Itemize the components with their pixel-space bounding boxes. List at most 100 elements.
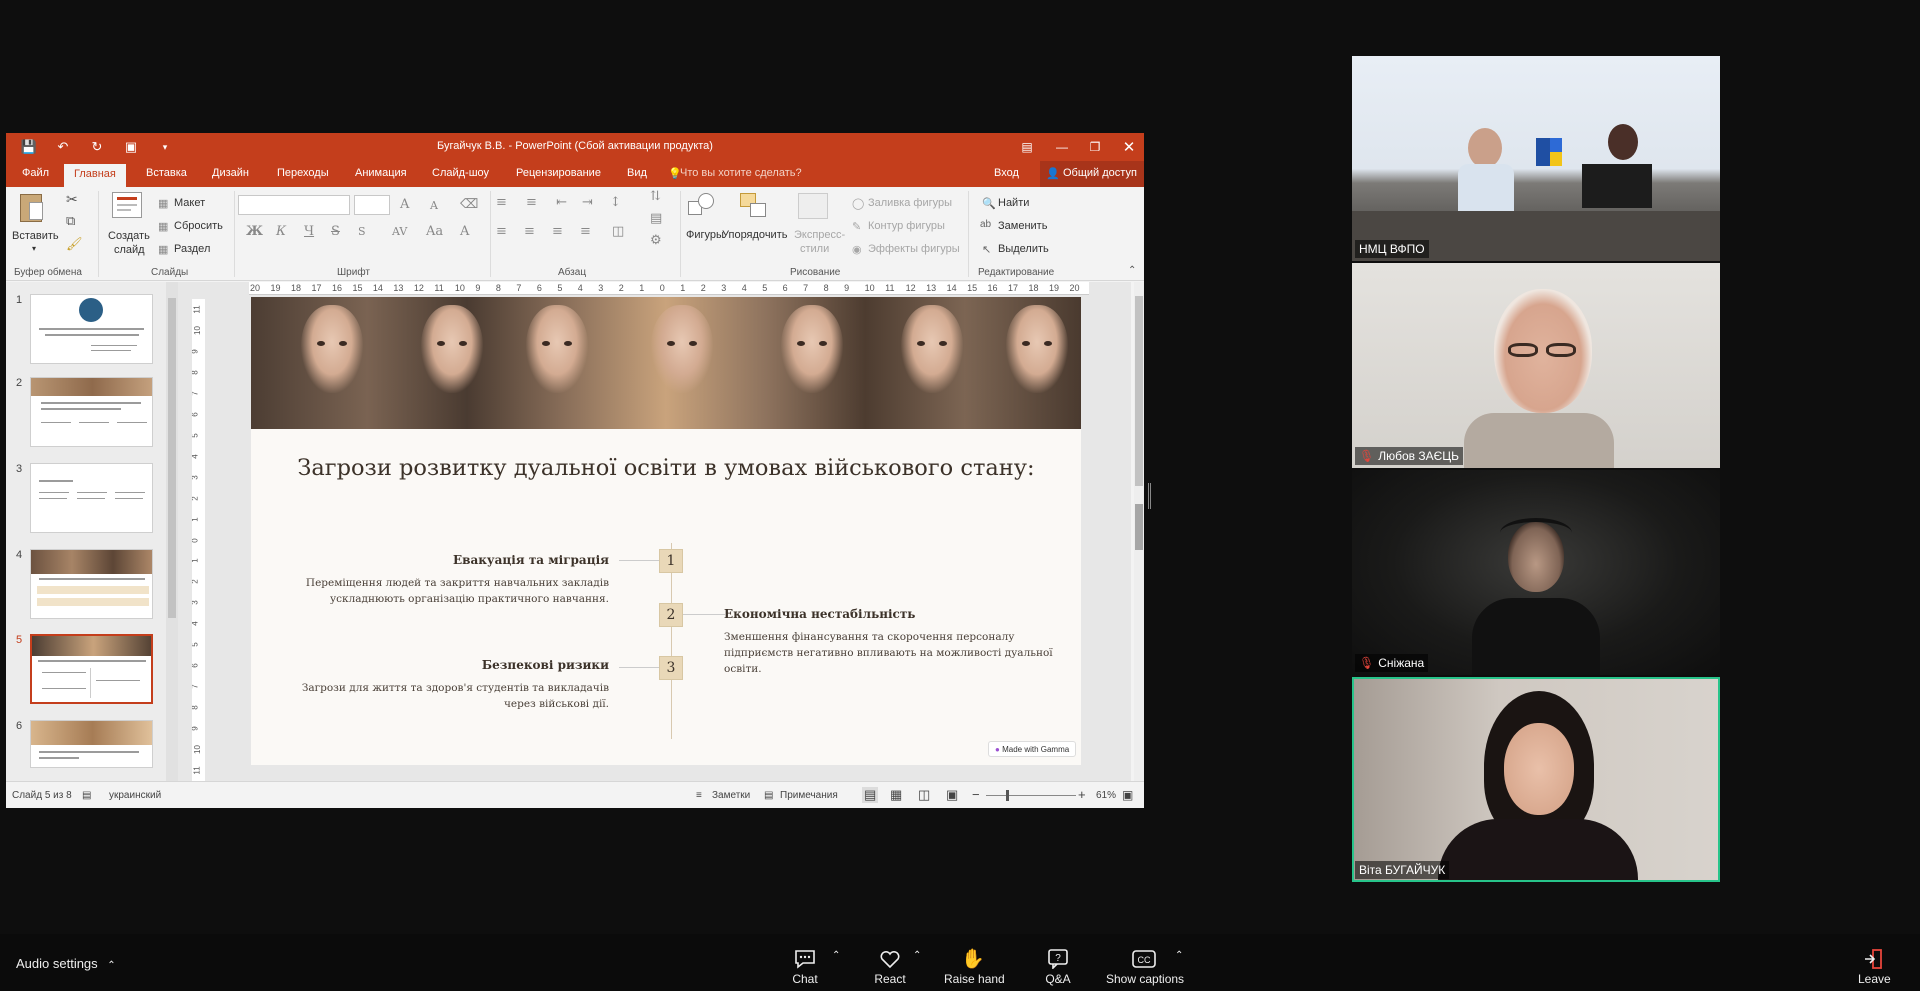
zoom-in-icon[interactable]: + xyxy=(1078,787,1086,802)
font-name-input[interactable] xyxy=(238,195,350,215)
minimize-icon[interactable]: — xyxy=(1051,137,1073,157)
increase-font-icon[interactable]: A xyxy=(400,197,409,212)
slide-thumbnail-3[interactable] xyxy=(30,463,153,533)
slide-sorter-icon[interactable]: ▦ xyxy=(890,787,902,803)
raise-hand-button[interactable]: ✋ Raise hand xyxy=(944,948,1005,986)
align-right-icon[interactable]: ≡ xyxy=(552,224,563,239)
tab-transitions[interactable]: Переходы xyxy=(277,167,329,179)
arrange-icon[interactable] xyxy=(740,193,770,219)
bold-button[interactable]: Ж xyxy=(246,224,263,239)
columns-icon[interactable]: ◫ xyxy=(612,224,624,239)
fit-slide-icon[interactable]: ▣ xyxy=(1122,788,1133,802)
leave-button[interactable]: Leave xyxy=(1858,948,1891,986)
tab-slideshow[interactable]: Слайд-шоу xyxy=(432,167,489,179)
decrease-indent-icon[interactable]: ⇤ xyxy=(556,195,567,210)
slide-thumbnail-5[interactable] xyxy=(30,634,153,704)
chat-options-chevron[interactable]: ⌃ xyxy=(832,950,840,961)
tab-review[interactable]: Рецензирование xyxy=(516,167,601,179)
react-button[interactable]: React xyxy=(873,948,907,986)
justify-icon[interactable]: ≡ xyxy=(580,224,591,239)
share-button[interactable]: 👤 Общий доступ xyxy=(1040,161,1144,187)
change-case-button[interactable]: Aa xyxy=(426,224,443,239)
react-options-chevron[interactable]: ⌃ xyxy=(913,950,921,961)
new-slide-label-1[interactable]: Создать xyxy=(108,230,150,242)
cut-icon[interactable]: ✂ xyxy=(66,191,78,208)
bullets-icon[interactable]: ≡ xyxy=(496,195,507,210)
signin-link[interactable]: Вход xyxy=(994,167,1019,179)
font-size-input[interactable] xyxy=(354,195,390,215)
shape-effects-button[interactable]: Эффекты фигуры xyxy=(868,243,960,255)
slideshow-view-icon[interactable]: ▣ xyxy=(946,787,958,803)
quick-styles-icon[interactable] xyxy=(798,193,828,219)
italic-button[interactable]: К xyxy=(276,224,286,239)
slide-thumbnail-4[interactable] xyxy=(30,549,153,619)
tell-me-search[interactable]: Что вы хотите сделать? xyxy=(680,167,802,179)
format-painter-icon[interactable]: 🖌 xyxy=(66,236,83,252)
zoom-slider-thumb[interactable] xyxy=(1006,790,1009,801)
comments-button[interactable]: Примечания xyxy=(780,790,838,801)
current-slide[interactable]: Загрози розвитку дуальної освіти в умова… xyxy=(251,297,1081,765)
zoom-slider[interactable] xyxy=(986,795,1076,796)
audio-settings-button[interactable]: Audio settings ⌃ xyxy=(16,956,116,971)
font-color-button[interactable]: A xyxy=(460,224,469,239)
tab-file[interactable]: Файл xyxy=(22,167,49,179)
made-with-gamma-badge[interactable]: ● Made with Gamma xyxy=(988,741,1077,757)
shape-outline-button[interactable]: Контур фигуры xyxy=(868,220,945,232)
language-indicator[interactable]: украинский xyxy=(109,790,161,801)
find-button[interactable]: Найти xyxy=(998,197,1029,209)
clipboard-paste-icon[interactable] xyxy=(20,194,43,222)
tab-view[interactable]: Вид xyxy=(627,167,647,179)
tab-animations[interactable]: Анимация xyxy=(355,167,407,179)
arrange-label[interactable]: Упорядочить xyxy=(722,229,787,241)
layout-button[interactable]: Макет xyxy=(174,197,205,209)
video-tile-4-active[interactable]: Віта БУГАЙЧУК xyxy=(1352,677,1720,882)
quick-styles-label-1[interactable]: Экспресс- xyxy=(794,229,845,241)
align-center-icon[interactable]: ≡ xyxy=(524,224,535,239)
chat-button[interactable]: Chat xyxy=(790,948,820,986)
new-slide-label-2[interactable]: слайд xyxy=(114,244,145,256)
video-tile-2[interactable]: 🎙 Любов ЗАЄЦЬ xyxy=(1352,263,1720,468)
select-button[interactable]: Выделить xyxy=(998,243,1049,255)
normal-view-icon[interactable]: ▤ xyxy=(862,787,879,803)
copy-icon[interactable]: ⧉ xyxy=(66,213,75,229)
replace-button[interactable]: Заменить xyxy=(998,220,1047,232)
reading-view-icon[interactable]: ◫ xyxy=(918,787,930,803)
smartart-icon[interactable]: ⚙ xyxy=(650,233,662,248)
show-captions-button[interactable]: CC Show captions xyxy=(1106,948,1184,986)
align-left-icon[interactable]: ≡ xyxy=(496,224,507,239)
clear-format-icon[interactable]: ⌫ xyxy=(460,197,478,212)
shadow-button[interactable]: S xyxy=(358,225,366,238)
section-button[interactable]: Раздел xyxy=(174,243,210,255)
slide-scrollbar[interactable] xyxy=(1134,282,1144,781)
thumbs-scrollbar[interactable] xyxy=(166,282,178,781)
line-spacing-icon[interactable]: ↕ xyxy=(610,195,621,210)
panel-resize-handle[interactable] xyxy=(1148,483,1151,509)
new-slide-icon[interactable] xyxy=(112,192,142,218)
restore-icon[interactable]: ❐ xyxy=(1084,137,1106,157)
shapes-label[interactable]: Фигуры xyxy=(686,229,724,241)
tab-insert[interactable]: Вставка xyxy=(146,167,187,179)
video-tile-3[interactable]: 🎙 Сніжана xyxy=(1352,470,1720,675)
quick-styles-label-2[interactable]: стили xyxy=(800,243,829,255)
close-icon[interactable]: ✕ xyxy=(1118,137,1140,157)
paste-label[interactable]: Вставить xyxy=(12,230,59,242)
slide-thumbnail-6[interactable] xyxy=(30,720,153,768)
notes-button[interactable]: Заметки xyxy=(712,790,750,801)
collapse-ribbon-icon[interactable]: ⌃ xyxy=(1128,265,1136,276)
captions-options-chevron[interactable]: ⌃ xyxy=(1175,950,1183,961)
align-text-icon[interactable]: ▤ xyxy=(650,211,662,226)
char-spacing-button[interactable]: AV xyxy=(392,225,407,238)
paste-dropdown-icon[interactable]: ▾ xyxy=(32,244,36,253)
text-direction-icon[interactable]: ⇅ xyxy=(650,189,661,204)
increase-indent-icon[interactable]: ⇥ xyxy=(582,195,593,210)
tab-design[interactable]: Дизайн xyxy=(212,167,249,179)
reset-button[interactable]: Сбросить xyxy=(174,220,223,232)
zoom-level[interactable]: 61% xyxy=(1096,790,1116,801)
qa-button[interactable]: ? Q&A xyxy=(1044,948,1072,986)
slide-thumbnail-2[interactable] xyxy=(30,377,153,447)
slide-thumbnail-1[interactable] xyxy=(30,294,153,364)
scroll-thumb[interactable] xyxy=(1135,504,1143,550)
decrease-font-icon[interactable]: A xyxy=(430,199,438,212)
strike-button[interactable]: S xyxy=(331,224,340,239)
spellcheck-icon[interactable]: ▤ xyxy=(82,790,91,801)
